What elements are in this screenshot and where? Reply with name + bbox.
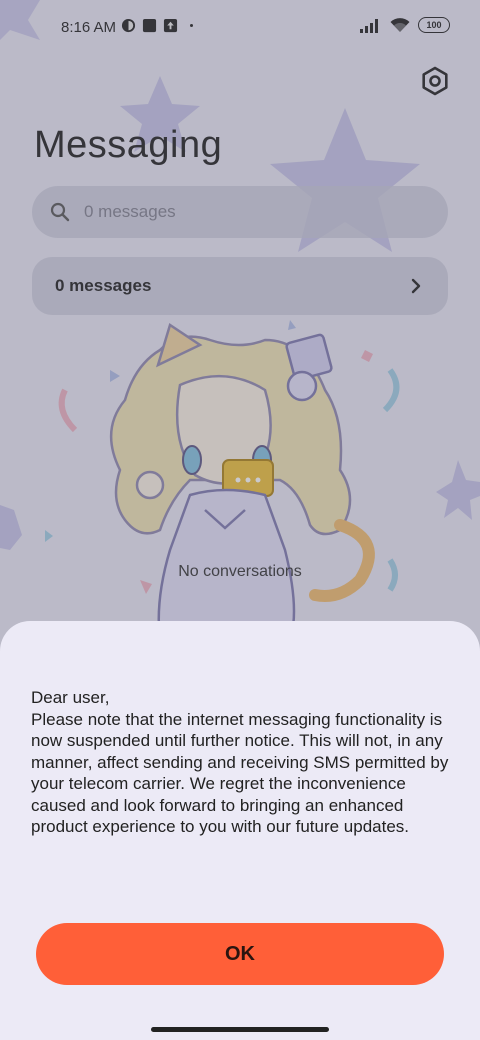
home-indicator[interactable] [151,1027,329,1032]
notice-text: Dear user, Please note that the internet… [31,687,461,838]
notice-body: Please note that the internet messaging … [31,709,449,837]
notice-bottom-sheet: Dear user, Please note that the internet… [0,621,480,1040]
notice-greeting: Dear user, [31,688,110,707]
ok-button[interactable]: OK [36,923,444,985]
